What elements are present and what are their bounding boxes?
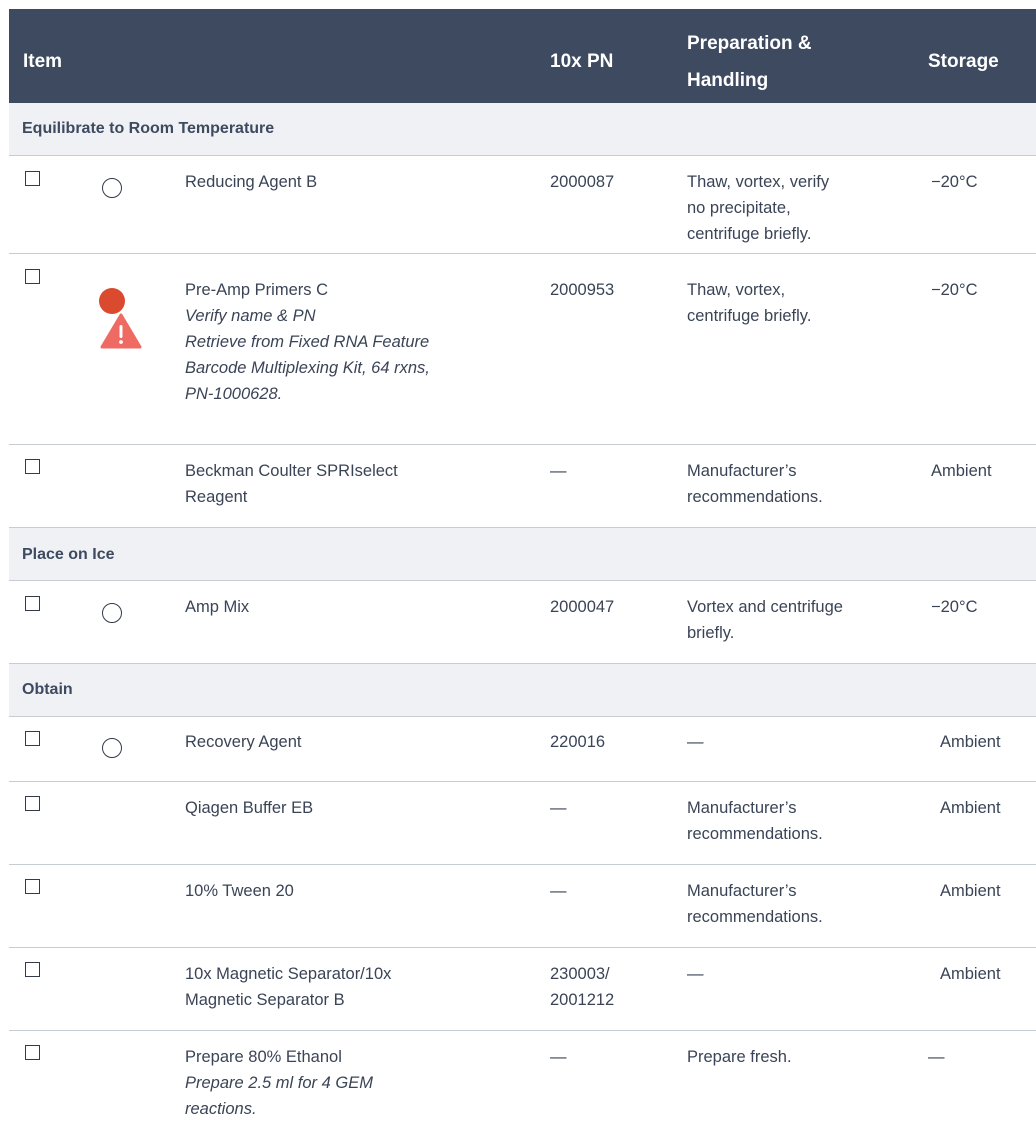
prep-line: recommendations. bbox=[687, 908, 823, 926]
header-item: Item bbox=[23, 51, 63, 72]
item-name: 10% Tween 20 bbox=[185, 882, 294, 900]
checkbox-icon[interactable] bbox=[25, 879, 40, 894]
table-row: 10% Tween 20 — Manufacturer’s recommenda… bbox=[9, 865, 1036, 948]
prep-line: Thaw, vortex, verify bbox=[687, 173, 830, 191]
table-row: Qiagen Buffer EB — Manufacturer’s recomm… bbox=[9, 782, 1036, 865]
item-name: Prepare 80% Ethanol bbox=[185, 1048, 342, 1066]
part-number: — bbox=[550, 462, 567, 480]
item-name: Amp Mix bbox=[185, 598, 250, 616]
table-row: Reducing Agent B 2000087 Thaw, vortex, v… bbox=[9, 156, 1036, 254]
reagent-checklist: Item 10x PN Preparation & Handling Stora… bbox=[0, 0, 1036, 1138]
warning-triangle-icon bbox=[100, 313, 142, 349]
table-row: Recovery Agent 220016 — Ambient bbox=[9, 717, 1036, 782]
section-header: Place on Ice bbox=[9, 528, 1036, 581]
prep-line: briefly. bbox=[687, 624, 735, 642]
checkbox-icon[interactable] bbox=[25, 459, 40, 474]
table-row: 10x Magnetic Separator/10x Magnetic Sepa… bbox=[9, 948, 1036, 1031]
item-name-line2: Magnetic Separator B bbox=[185, 991, 345, 1009]
checkbox-icon[interactable] bbox=[25, 962, 40, 977]
prep-line: Manufacturer’s bbox=[687, 462, 797, 480]
part-number: 2000953 bbox=[550, 281, 615, 299]
header-prep-line1: Preparation & bbox=[687, 33, 812, 54]
storage-value: −20°C bbox=[931, 598, 978, 616]
item-name-line2: Reagent bbox=[185, 488, 248, 506]
section-header: Equilibrate to Room Temperature bbox=[9, 103, 1036, 156]
prep-line: recommendations. bbox=[687, 825, 823, 843]
empty-circle-icon bbox=[102, 738, 122, 758]
prep-line: Vortex and centrifuge bbox=[687, 598, 843, 616]
section-title: Place on Ice bbox=[22, 546, 115, 563]
storage-value: Ambient bbox=[940, 733, 1001, 751]
prep-line: — bbox=[687, 965, 704, 983]
part-number-line2: 2001212 bbox=[550, 991, 615, 1009]
prep-line: Manufacturer’s bbox=[687, 799, 797, 817]
section-title: Obtain bbox=[22, 681, 73, 698]
table-header: Item 10x PN Preparation & Handling Stora… bbox=[9, 9, 1036, 103]
item-note: Barcode Multiplexing Kit, 64 rxns, bbox=[185, 359, 430, 377]
prep-line: Prepare fresh. bbox=[687, 1048, 792, 1066]
checkbox-icon[interactable] bbox=[25, 171, 40, 186]
red-dot-icon bbox=[99, 288, 125, 314]
storage-value: −20°C bbox=[931, 281, 978, 299]
part-number: 230003/ bbox=[550, 965, 610, 983]
checkbox-icon[interactable] bbox=[25, 796, 40, 811]
checkbox-icon[interactable] bbox=[25, 731, 40, 746]
table-row: Prepare 80% Ethanol Prepare 2.5 ml for 4… bbox=[9, 1031, 1036, 1138]
header-storage: Storage bbox=[928, 51, 999, 72]
part-number: 2000087 bbox=[550, 173, 615, 191]
empty-circle-icon bbox=[102, 603, 122, 623]
table-row: Amp Mix 2000047 Vortex and centrifuge br… bbox=[9, 581, 1036, 664]
storage-value: Ambient bbox=[940, 882, 1001, 900]
storage-value: Ambient bbox=[931, 462, 992, 480]
checkbox-icon[interactable] bbox=[25, 269, 40, 284]
item-name: Pre-Amp Primers C bbox=[185, 281, 329, 299]
prep-line: recommendations. bbox=[687, 488, 823, 506]
storage-value: Ambient bbox=[940, 799, 1001, 817]
checkbox-icon[interactable] bbox=[25, 1045, 40, 1060]
prep-line: Manufacturer’s bbox=[687, 882, 797, 900]
checkbox-icon[interactable] bbox=[25, 596, 40, 611]
part-number: — bbox=[550, 799, 567, 817]
part-number: 2000047 bbox=[550, 598, 615, 616]
item-name: Qiagen Buffer EB bbox=[185, 799, 314, 817]
table-row: Beckman Coulter SPRIselect Reagent — Man… bbox=[9, 445, 1036, 528]
item-name: 10x Magnetic Separator/10x bbox=[185, 965, 392, 983]
item-note: Prepare 2.5 ml for 4 GEM bbox=[185, 1074, 373, 1092]
item-name: Beckman Coulter SPRIselect bbox=[185, 462, 398, 480]
item-note: PN-1000628. bbox=[185, 385, 283, 403]
prep-line: no precipitate, bbox=[687, 199, 791, 217]
item-name: Recovery Agent bbox=[185, 733, 302, 751]
storage-value: −20°C bbox=[931, 173, 978, 191]
item-note: Retrieve from Fixed RNA Feature bbox=[185, 333, 430, 351]
header-prep-line2: Handling bbox=[687, 70, 769, 91]
item-name: Reducing Agent B bbox=[185, 173, 318, 191]
prep-line: — bbox=[687, 733, 704, 751]
part-number: — bbox=[550, 1048, 567, 1066]
prep-line: centrifuge briefly. bbox=[687, 225, 812, 243]
part-number: 220016 bbox=[550, 733, 606, 751]
item-note: reactions. bbox=[185, 1100, 257, 1118]
storage-value: — bbox=[928, 1048, 945, 1066]
storage-value: Ambient bbox=[940, 965, 1001, 983]
header-pn: 10x PN bbox=[550, 51, 614, 72]
section-title: Equilibrate to Room Temperature bbox=[22, 120, 275, 137]
section-header: Obtain bbox=[9, 664, 1036, 717]
table-row: Pre-Amp Primers C Verify name & PN Retri… bbox=[9, 254, 1036, 445]
part-number: — bbox=[550, 882, 567, 900]
empty-circle-icon bbox=[102, 178, 122, 198]
prep-line: centrifuge briefly. bbox=[687, 307, 812, 325]
prep-line: Thaw, vortex, bbox=[687, 281, 786, 299]
item-note: Verify name & PN bbox=[185, 307, 316, 325]
